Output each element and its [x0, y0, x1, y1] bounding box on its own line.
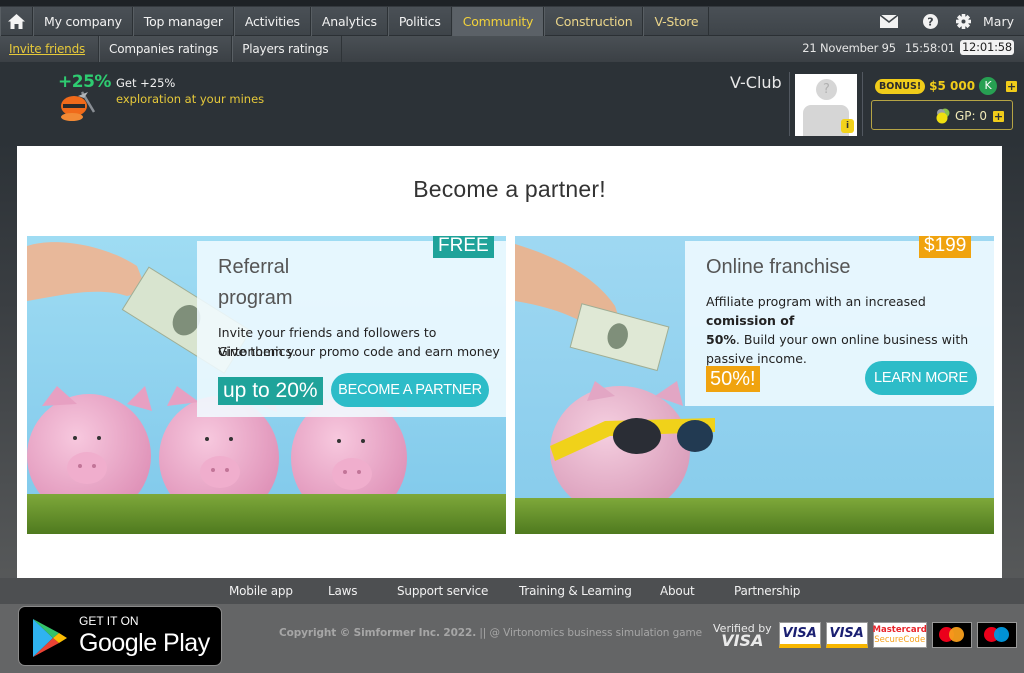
user-controls: ? Mary — [880, 7, 1014, 35]
footer-link-training-learning[interactable]: Training & Learning — [519, 584, 632, 598]
mail-icon[interactable] — [880, 14, 899, 28]
top-navigation-bar: My company Top manager Activities Analyt… — [0, 0, 1024, 36]
google-play-label: Google Play — [79, 629, 210, 657]
mastercard-text: Mastercard — [872, 625, 927, 635]
mastercard-securecode-logo: Mastercard SecureCode — [873, 622, 927, 648]
online-franchise-card: $199 Online franchise Affiliate program … — [515, 236, 994, 534]
home-icon — [8, 14, 25, 29]
game-date: 21 November 95 — [802, 40, 896, 55]
promo-percent-badge: +25% — [58, 72, 111, 92]
google-play-get-it-on: GET IT ON — [79, 614, 139, 628]
payment-logos: Verified by VISA VISA VISA Mastercard Se… — [713, 622, 1022, 650]
bonus-badge: BONUS! — [875, 78, 926, 94]
subnav-companies-ratings[interactable]: Companies ratings — [99, 36, 233, 62]
copyright-owner: Copyright © Simformer Inc. 2022. — [279, 627, 477, 639]
card-description: Affiliate program with an increased comi… — [706, 292, 991, 368]
desc-bold-text: comission of — [706, 313, 795, 328]
footer-link-mobile-app[interactable]: Mobile app — [229, 584, 293, 598]
subnav-players-ratings[interactable]: Players ratings — [232, 36, 343, 62]
help-icon[interactable]: ? — [923, 13, 939, 29]
page-title: Become a partner! — [413, 176, 606, 202]
commission-highlight: 50%! — [706, 366, 760, 392]
game-clock: 21 November 95 15:58:01 12:01:58 — [802, 40, 1014, 55]
bonus-balance: BONUS! $5 000 K + — [875, 77, 1018, 95]
footer-link-laws[interactable]: Laws — [328, 584, 358, 598]
become-a-partner-button[interactable]: BECOME A PARTNER — [331, 373, 489, 407]
nav-construction[interactable]: Construction — [544, 7, 644, 36]
commission-highlight: up to 20% — [218, 377, 323, 405]
promo-line-2: exploration at your mines — [116, 92, 265, 106]
card-title-line-1: Referral — [218, 256, 290, 278]
desc-bold-text: 50% — [706, 332, 736, 347]
add-bonus-button[interactable]: + — [1006, 80, 1018, 92]
sub-navigation-bar: Invite friends Companies ratings Players… — [0, 36, 1024, 62]
securecode-text: SecureCode — [874, 635, 926, 645]
visa-electron-logo: VISA — [825, 622, 868, 648]
google-play-button[interactable]: GET IT ON Google Play — [18, 606, 222, 666]
game-time: 15:58:01 — [904, 40, 955, 55]
gear-icon[interactable] — [956, 13, 972, 29]
gp-amount: GP: 0 — [954, 109, 987, 123]
gold-coins-icon — [936, 108, 950, 124]
card-description-line-2: Give them your promo code and earn money — [218, 344, 500, 359]
mining-helmet-icon — [61, 91, 96, 121]
main-content: Become a partner! FREE Referral program … — [17, 146, 1002, 578]
visa-logo: VISA — [778, 622, 821, 648]
bonus-amount: $5 000 — [929, 79, 976, 93]
nav-politics[interactable]: Politics — [387, 7, 452, 36]
real-time-counter: 12:01:58 — [959, 40, 1014, 55]
info-icon[interactable]: i — [841, 119, 854, 133]
maestro-logo — [976, 622, 1017, 648]
nav-v-store[interactable]: V-Store — [643, 7, 710, 36]
promo-line-1: Get +25% — [116, 76, 176, 90]
desc-text: . Build your own online business with — [735, 332, 969, 347]
v-club-link[interactable]: V-Club — [730, 73, 782, 92]
copyright-text: Copyright © Simformer Inc. 2022. || @ Vi… — [279, 627, 702, 639]
footer-link-about[interactable]: About — [660, 584, 695, 598]
nav-my-company[interactable]: My company — [33, 7, 133, 36]
footer: GET IT ON Google Play Copyright © Simfor… — [0, 604, 1024, 673]
footer-link-support-service[interactable]: Support service — [397, 584, 488, 598]
desc-text: Affiliate program with an increased — [706, 294, 926, 309]
main-nav: My company Top manager Activities Analyt… — [0, 7, 710, 36]
subnav-invite-friends[interactable]: Invite friends — [0, 36, 100, 62]
add-gp-button[interactable]: + — [993, 110, 1004, 122]
gp-balance-box: GP: 0 + — [871, 100, 1013, 130]
footer-links-bar: Mobile app Laws Support service Training… — [0, 578, 1024, 604]
card-title: Online franchise — [706, 256, 851, 278]
mining-promo-banner[interactable]: +25% Get +25% exploration at your mines — [58, 72, 318, 122]
card-title-line-2: program — [218, 287, 293, 309]
currency-k-icon: K — [979, 77, 998, 95]
nav-top-manager[interactable]: Top manager — [132, 7, 234, 36]
user-avatar[interactable]: ? i — [795, 74, 857, 136]
nav-activities[interactable]: Activities — [233, 7, 311, 36]
svg-text:?: ? — [927, 15, 933, 28]
learn-more-button[interactable]: LEARN MORE — [865, 361, 977, 395]
avatar-placeholder-head: ? — [816, 79, 837, 100]
nav-community[interactable]: Community — [451, 7, 545, 36]
divider — [789, 72, 790, 136]
verified-visa-text: VISA — [721, 631, 764, 650]
referral-program-card: FREE Referral program Invite your friend… — [27, 236, 506, 534]
nav-home[interactable] — [0, 7, 33, 36]
footer-link-partnership[interactable]: Partnership — [734, 584, 800, 598]
verified-by-visa-logo: Verified by VISA — [713, 623, 772, 650]
google-play-icon — [33, 619, 67, 657]
copyright-tagline: || @ Virtonomics business simulation gam… — [476, 627, 702, 639]
nav-analytics[interactable]: Analytics — [310, 7, 388, 36]
desc-text: passive income. — [706, 351, 807, 366]
price-tag-199: $199 — [919, 236, 972, 258]
user-name[interactable]: Mary — [983, 14, 1014, 29]
price-tag-free: FREE — [433, 236, 494, 258]
mastercard-logo — [931, 622, 972, 648]
divider — [862, 72, 863, 136]
